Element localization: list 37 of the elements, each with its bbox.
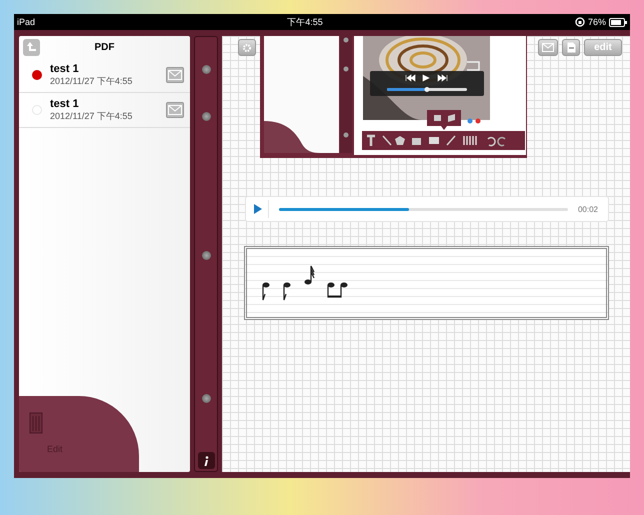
document-item[interactable]: test 1 2012/11/27 下午4:55 bbox=[19, 93, 190, 128]
export-button[interactable] bbox=[562, 39, 580, 56]
trash-icon[interactable] bbox=[29, 412, 43, 434]
battery-icon bbox=[609, 18, 627, 26]
shape-popup-drawing bbox=[427, 110, 461, 130]
document-name: test 1 bbox=[50, 98, 80, 110]
document-name: test 1 bbox=[50, 62, 80, 74]
gear-icon bbox=[242, 42, 252, 52]
document-date: 2012/11/27 下午4:55 bbox=[50, 110, 134, 122]
play-icon bbox=[254, 204, 262, 214]
mail-button[interactable] bbox=[166, 67, 184, 83]
mail-button[interactable] bbox=[166, 102, 184, 118]
up-arrow-icon bbox=[26, 42, 36, 52]
up-button[interactable] bbox=[23, 38, 40, 56]
mail-button[interactable] bbox=[538, 39, 558, 56]
play-button[interactable] bbox=[252, 200, 269, 218]
info-icon bbox=[203, 456, 209, 466]
panel-title: PDF bbox=[94, 42, 116, 52]
battery-percent: 76% bbox=[588, 17, 606, 27]
settings-button[interactable] bbox=[238, 39, 256, 56]
handle-dots-drawing bbox=[467, 118, 481, 124]
envelope-icon bbox=[168, 70, 182, 80]
rivet-icon bbox=[202, 394, 210, 403]
document-icon bbox=[566, 42, 576, 53]
envelope-icon bbox=[542, 43, 554, 52]
progress-track[interactable] bbox=[279, 208, 568, 210]
clock: 下午4:55 bbox=[287, 16, 323, 28]
rotation-lock-icon bbox=[574, 17, 585, 27]
rivet-icon bbox=[202, 251, 210, 260]
rivet-icon bbox=[202, 112, 210, 121]
info-button[interactable] bbox=[198, 452, 214, 469]
rivet-icon bbox=[202, 65, 210, 74]
document-date: 2012/11/27 下午4:55 bbox=[50, 74, 134, 88]
elapsed-time: 00:02 bbox=[578, 204, 598, 214]
device-name: iPad bbox=[17, 17, 36, 27]
envelope-icon bbox=[168, 105, 182, 115]
document-item[interactable]: test 1 2012/11/27 下午4:55 bbox=[19, 58, 190, 93]
